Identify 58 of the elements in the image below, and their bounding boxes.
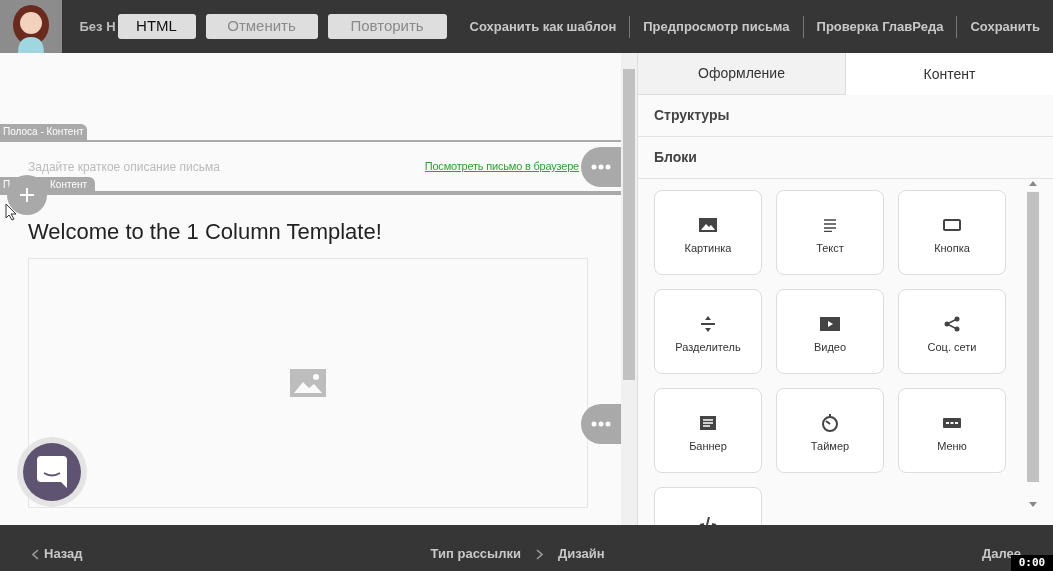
banner-icon [700, 414, 716, 432]
section-header[interactable]: Структуры [638, 95, 1053, 137]
toolbar-link[interactable]: Предпросмотр письма [630, 16, 803, 37]
block-label: Таймер [810, 439, 850, 454]
panel-tab[interactable]: Оформление [638, 53, 846, 95]
wizard-step[interactable]: Тип рассылки [430, 544, 521, 564]
scroll-down-icon[interactable] [1029, 502, 1037, 507]
block-label: Кнопка [934, 241, 970, 256]
scrollbar-thumb[interactable] [623, 69, 635, 380]
toolbar-link[interactable]: Проверка ГлавРеда [803, 16, 957, 37]
avatar [0, 0, 63, 53]
toolbar-link[interactable]: Сохранить как шаблон [456, 16, 630, 37]
block-card[interactable]: Соц. сети [898, 289, 1006, 374]
html-button[interactable]: HTML [117, 14, 196, 39]
block-card[interactable]: Разделитель [654, 289, 762, 374]
more-button[interactable] [581, 147, 621, 187]
text-lines-icon [823, 216, 837, 234]
share-icon [944, 315, 960, 333]
block-label: Соц. сети [927, 340, 977, 355]
panel-tab[interactable]: Контент [846, 53, 1053, 95]
ellipsis-icon [591, 421, 611, 427]
wizard-step[interactable]: Дизайн [557, 544, 605, 564]
chevron-right-icon [535, 548, 543, 560]
block-card[interactable]: Кнопка [898, 190, 1006, 275]
block-label: Текст [816, 241, 844, 256]
block-card[interactable]: Баннер [654, 388, 762, 473]
block-card[interactable]: Таймер [776, 388, 884, 473]
stripe-label: Полоса - Контент [0, 124, 87, 140]
rectangle-icon [943, 216, 961, 234]
chevron-left-icon [32, 548, 39, 560]
image-icon [699, 216, 717, 234]
block-label: Баннер [689, 439, 727, 454]
chat-icon [37, 456, 67, 488]
ellipsis-icon [591, 164, 611, 170]
block-card[interactable]: Меню [898, 388, 1006, 473]
block-card[interactable]: Картинка [654, 190, 762, 275]
divider-icon [701, 315, 715, 333]
cursor-icon [5, 203, 17, 221]
stripe-label-text: П [3, 178, 11, 192]
toolbar-link[interactable]: Сохранить [957, 16, 1053, 37]
video-icon [820, 315, 840, 333]
block-label: Разделитель [675, 340, 741, 355]
scroll-up-icon[interactable] [1029, 181, 1037, 186]
block-label: Видео [813, 340, 847, 355]
timer-icon [821, 414, 839, 432]
document-title: Без Н [79, 17, 116, 36]
plus-icon [20, 188, 34, 202]
email-heading: Welcome to the 1 Column Template! [28, 218, 382, 246]
block-label: Картинка [684, 241, 732, 256]
block-card[interactable]: Видео [776, 289, 884, 374]
back-link[interactable]: Назад [44, 544, 83, 564]
section-header[interactable]: Блоки [638, 137, 1053, 179]
block-card[interactable]: Текст [776, 190, 884, 275]
image-icon [290, 369, 326, 397]
block-label: Меню [937, 439, 967, 454]
scrollbar-thumb[interactable] [1027, 192, 1039, 482]
more-button[interactable] [581, 404, 621, 444]
stripe-label-text: Контент [50, 178, 88, 192]
